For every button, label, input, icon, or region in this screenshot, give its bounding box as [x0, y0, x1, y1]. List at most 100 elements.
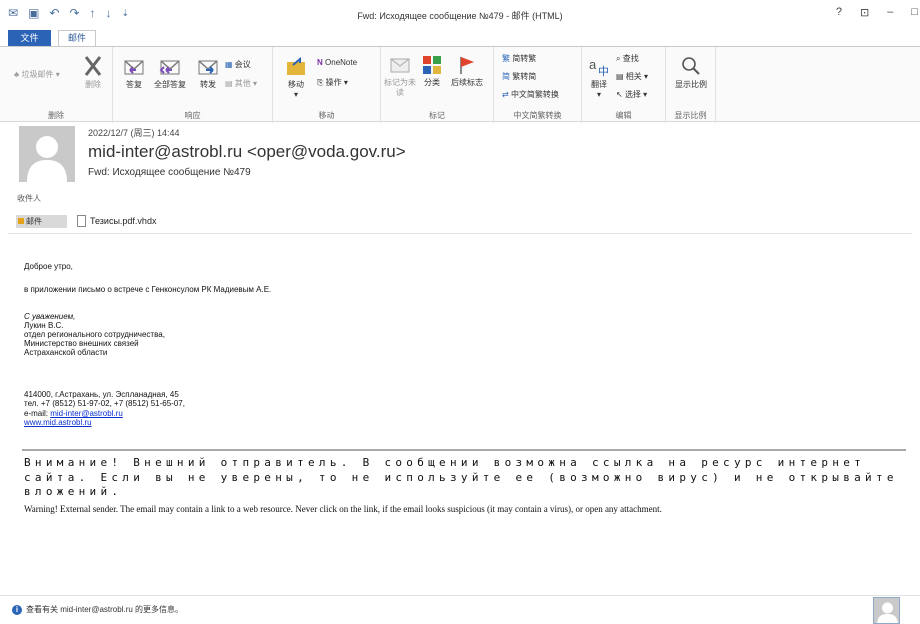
minimize-button[interactable]: –	[887, 6, 893, 19]
to-traditional-button[interactable]: 繁 简转繁	[502, 53, 536, 65]
ribbon-display-button[interactable]: ⊡	[860, 6, 869, 19]
mail-attachment-icon	[18, 217, 24, 224]
message-date: 2022/12/7 (周三) 14:44	[88, 128, 180, 138]
warning-english: Warning! External sender. The email may …	[24, 504, 662, 514]
related-button[interactable]: ▤ 相关 ▾	[616, 71, 648, 83]
delete-x-icon	[84, 56, 102, 76]
group-respond: 答复 全部答复 转发 ▦ 会议 ▤ 其他 ▾ 响应	[113, 47, 273, 123]
tab-file[interactable]: 文件	[8, 30, 51, 46]
email-link[interactable]: mid-inter@astrobl.ru	[50, 409, 123, 418]
move-button[interactable]: 移动 ▾	[283, 55, 309, 100]
mark-unread-button[interactable]: 标记为未读	[383, 55, 417, 98]
attachments-row: 邮件 Тезисы.pdf.vhdx	[16, 214, 156, 228]
group-tags: 标记为未读 分类 后续标志 标记	[381, 47, 494, 123]
people-pane-info[interactable]: i 查看有关 mid-inter@astrobl.ru 的更多信息。	[12, 604, 183, 615]
binoculars-icon: ⌕	[616, 54, 621, 63]
email-label: e-mail:	[24, 409, 51, 418]
convert-icon: ⇄	[502, 90, 509, 99]
warning-russian: Внимание! Внешний отправитель. В сообщен…	[24, 456, 898, 498]
actions-icon: ⎘	[317, 78, 324, 87]
reply-all-button[interactable]: 全部答复	[152, 55, 188, 90]
delete-button[interactable]: 删除	[80, 55, 106, 90]
onenote-button[interactable]: N OneNote	[317, 57, 357, 69]
body-address: 414000, г.Астрахань, ул. Эспланадная, 45	[24, 390, 179, 399]
meeting-button[interactable]: ▦ 会议	[225, 59, 251, 71]
header-divider	[8, 233, 912, 234]
group-convert-label: 中文简繁转换	[513, 111, 562, 120]
follow-up-button[interactable]: 后续标志	[449, 55, 485, 88]
sender-avatar	[19, 126, 75, 182]
footer-divider	[0, 595, 920, 596]
reply-all-icon	[159, 60, 180, 75]
people-pane-avatar[interactable]	[873, 597, 900, 624]
simplified-icon: 简	[502, 72, 510, 81]
group-move: 移动 ▾ N OneNote ⎘ 操作 ▾ 移动	[273, 47, 381, 123]
forward-icon	[198, 60, 218, 75]
message-subject: Fwd: Исходящее сообщение №479	[88, 167, 251, 178]
document-icon	[77, 215, 86, 227]
warning-divider	[22, 449, 906, 451]
group-move-label: 移动	[318, 111, 335, 120]
maximize-button[interactable]: □	[911, 6, 918, 19]
group-delete: ♣ 垃圾邮件 ▾ 删除 删除	[0, 47, 113, 123]
body-ministry: Министерство внешних связей	[24, 339, 139, 348]
body-line1: в приложении письмо о встрече с Генконсу…	[24, 285, 272, 294]
more-respond-button[interactable]: ▤ 其他 ▾	[225, 78, 257, 90]
junk-icon: ♣	[14, 70, 20, 79]
info-icon: i	[12, 604, 22, 615]
body-greeting: Доброе утро,	[24, 262, 73, 271]
body-name: Лукин В.С.	[24, 321, 64, 330]
forward-button[interactable]: 转发	[195, 55, 221, 90]
to-simplified-button[interactable]: 简 繁转简	[502, 71, 536, 83]
svg-text:a: a	[589, 57, 597, 72]
window-title: Fwd: Исходящее сообщение №479 - 邮件 (HTML…	[357, 11, 563, 21]
body-regards: С уважением,	[24, 312, 76, 321]
categorize-icon	[423, 56, 441, 74]
related-icon: ▤	[616, 72, 624, 81]
to-label[interactable]: 收件人	[17, 193, 41, 204]
tab-mail[interactable]: 邮件	[58, 30, 96, 46]
person-silhouette-icon	[27, 136, 67, 182]
zoom-button[interactable]: 显示比例	[670, 55, 712, 90]
attachment-file[interactable]: Тезисы.pdf.vhdx	[77, 215, 156, 227]
people-info-text: 查看有关 mid-inter@astrobl.ru 的更多信息。	[26, 605, 184, 614]
envelope-unread-icon	[390, 58, 410, 73]
convert-button[interactable]: ⇄ 中文简繁转换	[502, 89, 559, 101]
actions-button[interactable]: ⎘ 操作 ▾	[317, 77, 348, 89]
find-button[interactable]: ⌕ 查找	[616, 53, 639, 65]
title-bar: ✉ ▣ ↶ ↷ ↑ ↓ ⇣ Fwd: Исходящее сообщение №…	[0, 0, 920, 30]
message-sender[interactable]: mid-inter@astrobl.ru <oper@voda.gov.ru>	[88, 142, 406, 162]
reply-icon	[124, 60, 144, 75]
group-zoom-label: 显示比例	[674, 111, 707, 120]
site-link[interactable]: www.mid.astrobl.ru	[24, 418, 92, 427]
translate-button[interactable]: a中 翻译 ▾	[586, 55, 612, 100]
help-button[interactable]: ?	[836, 6, 842, 19]
group-convert: 繁 简转繁 简 繁转简 ⇄ 中文简繁转换 中文简繁转换	[494, 47, 582, 123]
reply-button[interactable]: 答复	[121, 55, 147, 90]
svg-text:中: 中	[598, 65, 609, 77]
person-small-icon	[877, 602, 898, 623]
delete-label: 删除	[85, 80, 101, 89]
body-phone: тел. +7 (8512) 51-97-02, +7 (8512) 51-65…	[24, 399, 185, 408]
magnifier-icon	[682, 57, 700, 75]
translate-icon: a中	[589, 57, 609, 77]
cursor-icon: ↖	[616, 90, 623, 99]
group-zoom: 显示比例 显示比例	[666, 47, 716, 123]
window-controls: ? ⊡ – □	[836, 6, 918, 19]
traditional-icon: 繁	[502, 54, 510, 63]
select-button[interactable]: ↖ 选择 ▾	[616, 89, 647, 101]
categorize-button[interactable]: 分类	[419, 55, 445, 88]
group-edit: a中 翻译 ▾ ⌕ 查找 ▤ 相关 ▾ ↖ 选择 ▾ 编辑	[582, 47, 666, 123]
flag-icon	[460, 57, 474, 74]
junk-button[interactable]: ♣ 垃圾邮件 ▾	[14, 69, 60, 81]
ribbon-tabs: 文件 邮件	[0, 30, 920, 46]
group-tags-label: 标记	[429, 111, 445, 120]
attachment-mail[interactable]: 邮件	[16, 214, 67, 228]
meeting-icon: ▦	[225, 60, 233, 69]
body-region: Астраханской области	[24, 348, 108, 357]
group-respond-label: 响应	[184, 111, 201, 120]
group-delete-label: 删除	[48, 111, 64, 120]
group-edit-label: 编辑	[615, 111, 632, 120]
body-email-line: e-mail: mid-inter@astrobl.ru	[24, 409, 123, 418]
body-site-line: www.mid.astrobl.ru	[24, 418, 92, 427]
